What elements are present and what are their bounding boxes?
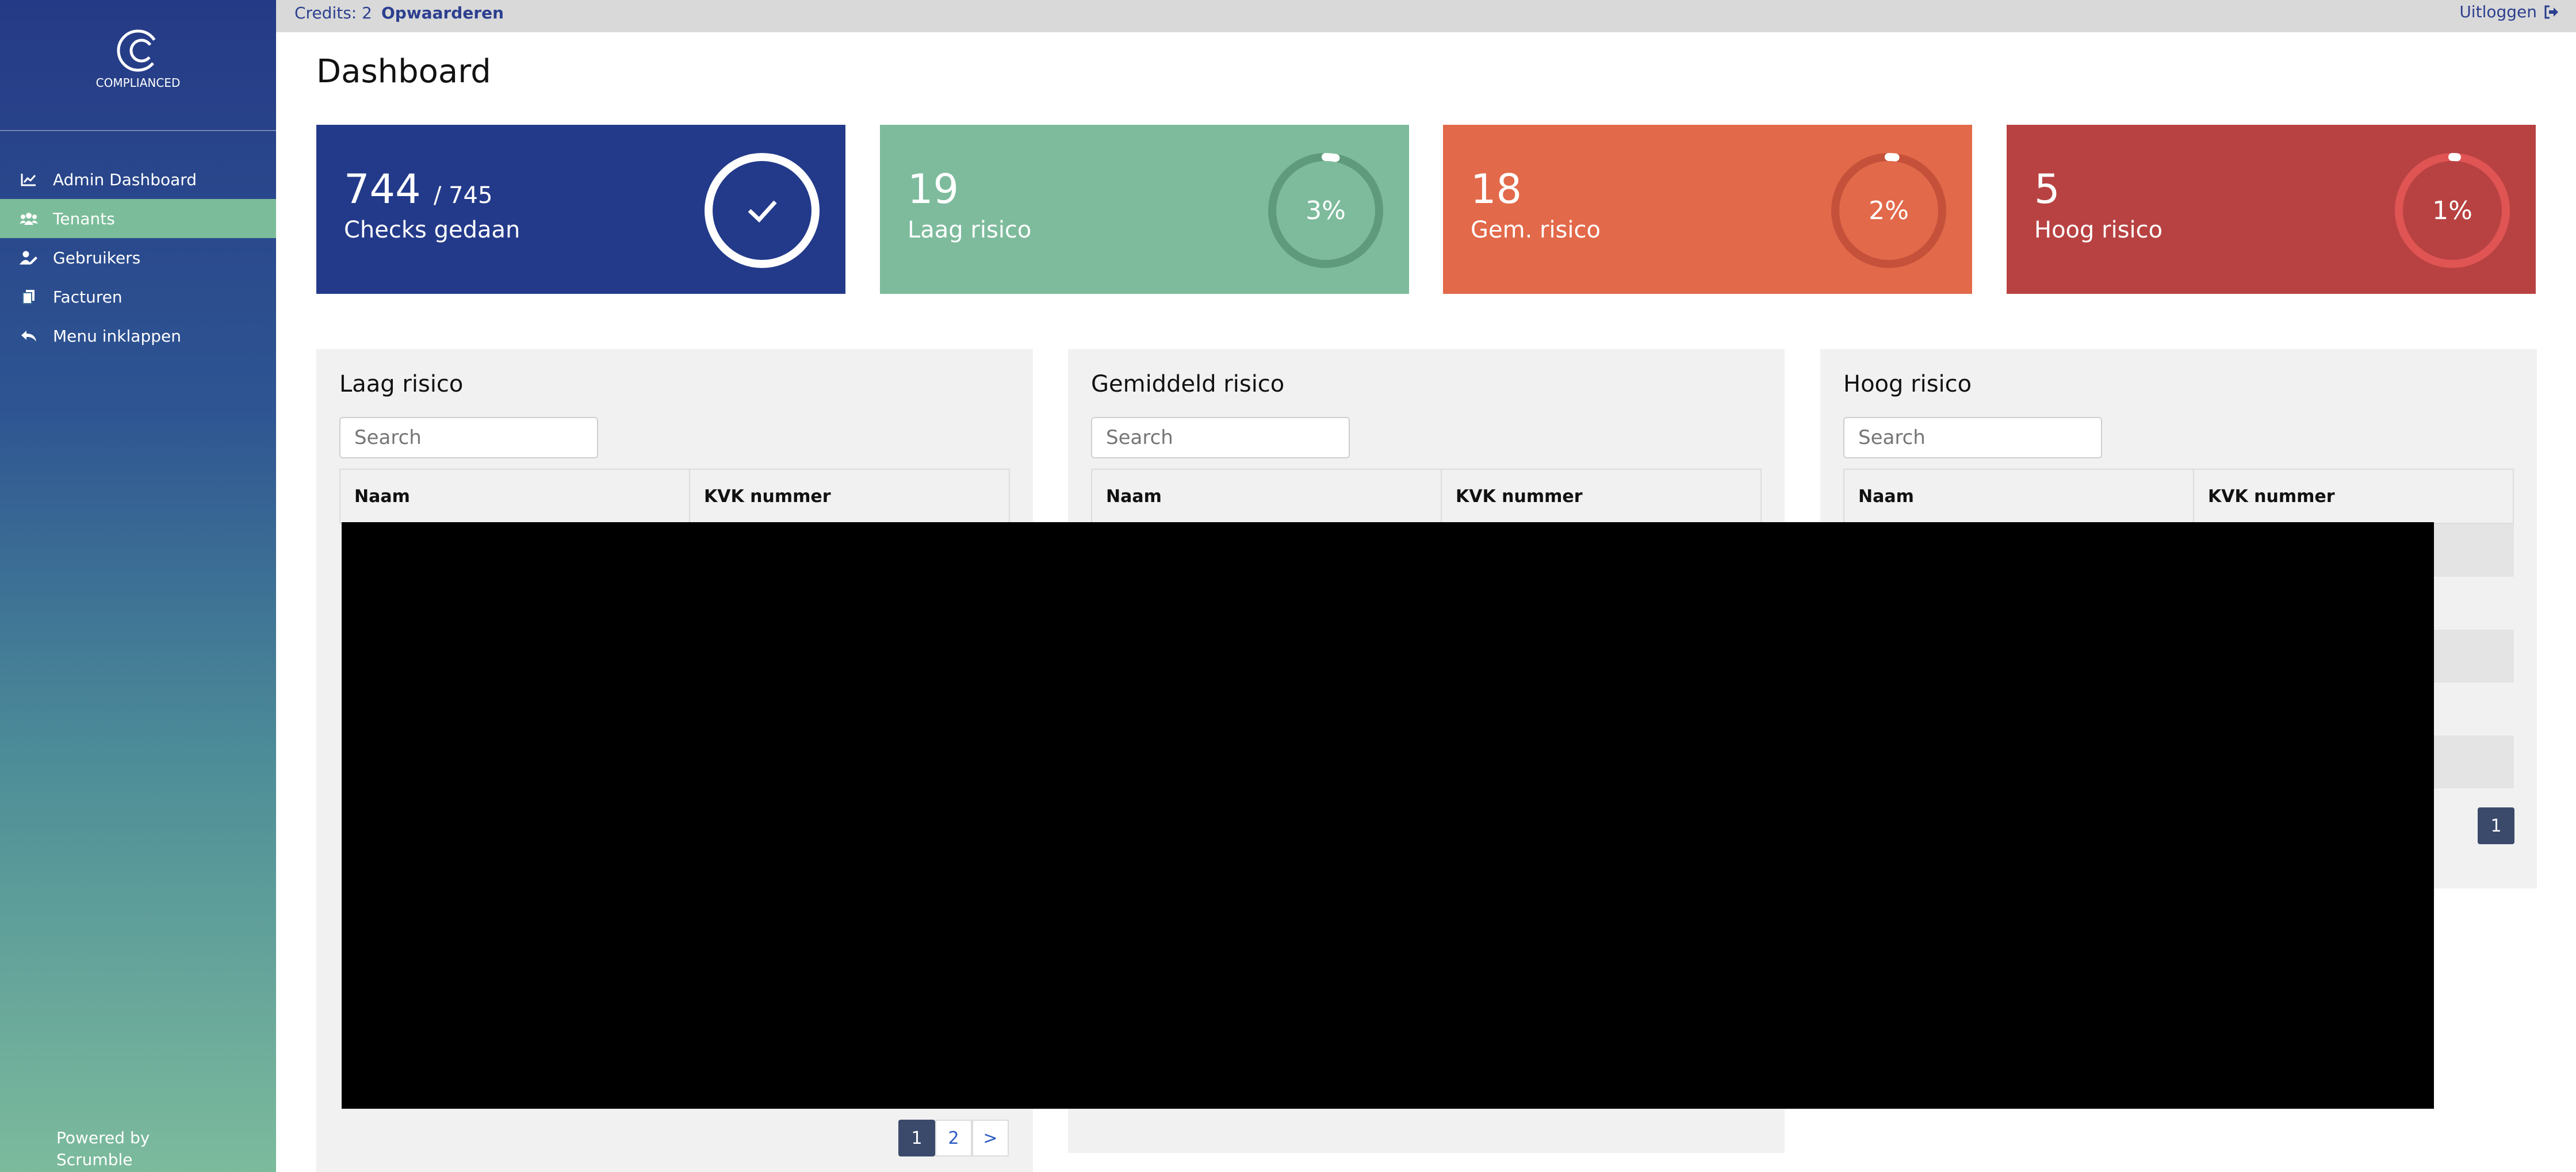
top-bar: Credits: 2 Opwaarderen Uitloggen [276,0,2576,32]
search-input[interactable] [339,417,598,458]
stat-percent: 1% [2432,196,2472,225]
topup-link[interactable]: Opwaarderen [381,3,504,22]
logo-text: COMPLIANCED [95,76,181,90]
checks-done-value: 744 [344,166,421,213]
sidebar-item-facturen[interactable]: Facturen [0,277,276,316]
stat-card-hoog-risico: 5 Hoog risico 1% [2007,125,2536,294]
sidebar-item-label: Menu inklappen [53,326,181,346]
reply-icon [17,330,40,342]
column-header-kvk[interactable]: KVK nummer [690,470,831,523]
column-header-kvk[interactable]: KVK nummer [2194,470,2335,523]
column-header-kvk[interactable]: KVK nummer [1442,470,1583,523]
panel-title: Laag risico [339,371,464,397]
page-title: Dashboard [316,53,491,90]
credits-text: Credits: 2 [294,3,372,22]
redacted-area [342,522,2434,1109]
panel-title: Gemiddeld risico [1091,371,1285,397]
stat-value: 5 [2034,166,2060,213]
panel-title: Hoog risico [1843,371,1972,397]
user-edit-icon [17,251,40,265]
stat-value: 18 [1471,166,1522,213]
sidebar-item-gebruikers[interactable]: Gebruikers [0,238,276,277]
table-header: Naam KVK nummer [1843,469,2514,524]
column-header-naam[interactable]: Naam [1092,470,1442,523]
sidebar-item-admin-dashboard[interactable]: Admin Dashboard [0,160,276,199]
powered-by: Powered by Scrumble [56,1127,150,1171]
column-header-naam[interactable]: Naam [1844,470,2194,523]
logout-label: Uitloggen [2459,2,2537,21]
stat-label: Laag risico [908,217,1032,243]
sidebar-item-menu-inklappen[interactable]: Menu inklappen [0,316,276,355]
checks-total: / 745 [433,182,493,209]
search-input[interactable] [1843,417,2102,458]
users-icon [17,212,40,225]
table-header: Naam KVK nummer [339,469,1010,524]
stat-card-gem-risico: 18 Gem. risico 2% [1443,125,1972,294]
pagination: 1 2 > [898,1120,1009,1156]
stat-card-checks: 744 / 745 Checks gedaan [316,125,845,294]
stat-label: Gem. risico [1471,217,1601,243]
column-header-naam[interactable]: Naam [340,470,690,523]
page-button[interactable]: 2 [935,1120,972,1156]
copy-icon [17,289,40,304]
stat-percent: 3% [1306,196,1346,225]
powered-by-name[interactable]: Scrumble [56,1149,150,1171]
sidebar-item-label: Admin Dashboard [53,170,197,189]
sign-out-icon [2544,5,2558,18]
table-header: Naam KVK nummer [1091,469,1762,524]
next-page-button[interactable]: > [972,1120,1009,1156]
chart-line-icon [17,173,40,186]
sidebar-item-label: Tenants [53,209,115,228]
stat-percent: 2% [1869,196,1909,225]
stat-value: 19 [908,166,959,213]
sidebar-item-label: Facturen [53,287,123,307]
logo-icon [117,29,159,72]
stat-label: Hoog risico [2034,217,2163,243]
logo[interactable]: COMPLIANCED [92,28,184,97]
pagination: 1 [2478,807,2514,844]
logout-link[interactable]: Uitloggen [2459,2,2559,21]
check-circle-icon [705,153,820,268]
page-button[interactable]: 1 [898,1120,935,1156]
sidebar-divider [0,130,276,131]
sidebar-item-label: Gebruikers [53,248,141,267]
sidebar-item-tenants[interactable]: Tenants [0,199,276,238]
stat-label: Checks gedaan [344,217,520,243]
stat-card-laag-risico: 19 Laag risico 3% [880,125,1409,294]
powered-by-label: Powered by [56,1128,150,1147]
sidebar: COMPLIANCED Admin Dashboard Tenants Gebr… [0,0,276,1172]
stat-value: 744 / 745 [344,166,492,219]
sidebar-nav: Admin Dashboard Tenants Gebruikers Factu… [0,160,276,355]
search-input[interactable] [1091,417,1350,458]
page-button[interactable]: 1 [2478,807,2514,844]
